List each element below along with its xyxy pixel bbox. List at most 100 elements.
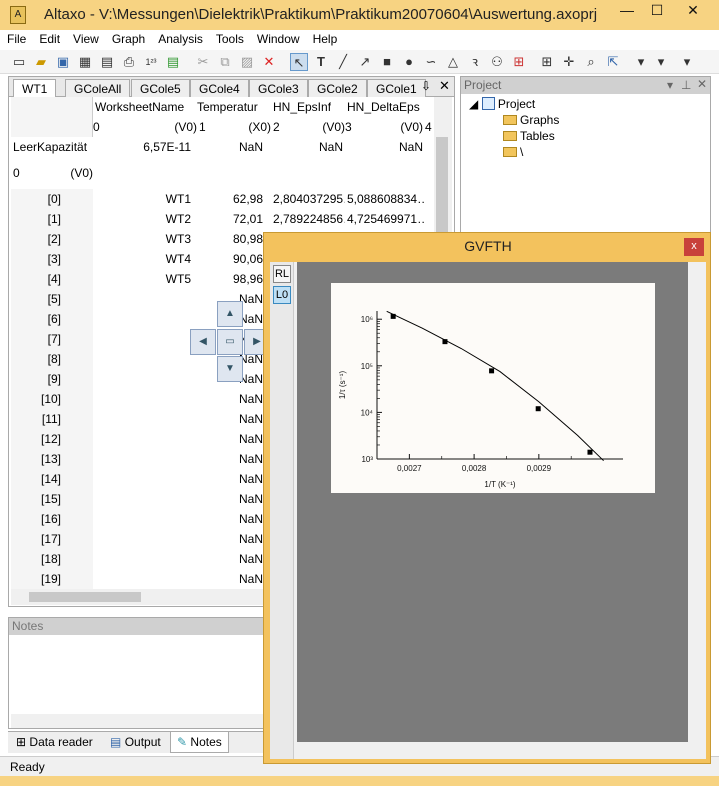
- text-tool-icon[interactable]: T: [312, 53, 330, 71]
- dock-bottom-icon[interactable]: ▼: [217, 356, 243, 382]
- cut-icon[interactable]: ✂: [194, 53, 212, 71]
- table-cell[interactable]: [95, 349, 191, 369]
- row-header[interactable]: [4]: [11, 269, 93, 289]
- tab-data-reader[interactable]: ⊞ Data reader: [10, 732, 99, 753]
- property-cell[interactable]: NaN: [347, 137, 423, 157]
- table-cell[interactable]: [95, 369, 191, 389]
- number-format-icon[interactable]: 1²³: [142, 53, 160, 71]
- row-header[interactable]: [15]: [11, 489, 93, 509]
- zoom-tool-icon[interactable]: ⌕: [582, 53, 600, 71]
- layer-button-rl[interactable]: RL: [273, 265, 291, 283]
- row-header[interactable]: [5]: [11, 289, 93, 309]
- row-header[interactable]: [13]: [11, 449, 93, 469]
- table-cell[interactable]: WT4: [95, 249, 191, 269]
- row-header[interactable]: [11]: [11, 409, 93, 429]
- row-header[interactable]: [3]: [11, 249, 93, 269]
- table-cell[interactable]: NaN: [197, 469, 263, 489]
- tab-gcole4[interactable]: GCole4: [190, 79, 249, 97]
- table-cell[interactable]: 5,088608834…: [347, 189, 425, 209]
- maximize-button[interactable]: ☐: [640, 0, 674, 22]
- graph-window-close-button[interactable]: x: [684, 238, 704, 256]
- tab-gcole3[interactable]: GCole3: [249, 79, 308, 97]
- graph-window[interactable]: GVFTH x RL L0 10³ 10⁴ 10⁵ 10⁶ 0,0027 0,0028 0,…: [263, 232, 711, 764]
- menu-analysis[interactable]: Analysis: [151, 30, 209, 46]
- tab-gcoleall[interactable]: GColeAll: [65, 79, 131, 97]
- table-cell[interactable]: [95, 529, 191, 549]
- table-cell[interactable]: WT3: [95, 229, 191, 249]
- overflow-dropdown-icon[interactable]: ▾: [678, 53, 696, 71]
- table-cell[interactable]: 2,804037295…: [273, 189, 345, 209]
- table-cell[interactable]: [95, 469, 191, 489]
- tab-list-icon[interactable]: ⇩: [421, 79, 431, 93]
- line-tool-icon[interactable]: ╱: [334, 53, 352, 71]
- property-cell[interactable]: 6,57E-11: [95, 137, 191, 157]
- table-cell[interactable]: [95, 309, 191, 329]
- row-header[interactable]: [1]: [11, 209, 93, 229]
- tab-notes[interactable]: ✎ Notes: [170, 732, 229, 753]
- axis-tool-icon[interactable]: ⇱: [604, 53, 622, 71]
- tree-item-graphs[interactable]: Graphs: [503, 113, 559, 127]
- print-icon[interactable]: ⎙: [120, 53, 138, 71]
- more-dropdown2-icon[interactable]: ▾: [652, 53, 670, 71]
- table-cell[interactable]: NaN: [197, 569, 263, 589]
- table-cell[interactable]: [95, 429, 191, 449]
- column-header-name[interactable]: HN_DeltaEps: [347, 97, 420, 117]
- row-header[interactable]: [19]: [11, 569, 93, 589]
- table-cell[interactable]: NaN: [197, 409, 263, 429]
- menu-tools[interactable]: Tools: [209, 30, 250, 46]
- open-folder-icon[interactable]: ▰: [32, 53, 50, 71]
- column-header-name[interactable]: HN_EpsInf: [273, 97, 331, 117]
- minimize-button[interactable]: —: [610, 0, 644, 22]
- tab-gcole1[interactable]: GCole1: [367, 79, 426, 97]
- table-cell[interactable]: 4,725469971…: [347, 209, 425, 229]
- layout-icon[interactable]: ▤: [164, 53, 182, 71]
- menu-graph[interactable]: Graph: [105, 30, 151, 46]
- column-header-name[interactable]: Temperatur: [197, 97, 258, 117]
- zoom-regions-icon[interactable]: ⚇: [488, 53, 506, 71]
- table-cell[interactable]: 98,96: [197, 269, 263, 289]
- table-cell[interactable]: 90,06: [197, 249, 263, 269]
- dock-left-icon[interactable]: ◀: [190, 329, 216, 355]
- crosshair-tool-icon[interactable]: ✛: [560, 53, 578, 71]
- coords-tool-icon[interactable]: ⊞: [510, 53, 528, 71]
- table-cell[interactable]: NaN: [197, 489, 263, 509]
- arrow-tool-icon[interactable]: ↗: [356, 53, 374, 71]
- menu-edit[interactable]: Edit: [32, 30, 66, 46]
- pane-menu-icon[interactable]: ▾: [667, 78, 673, 92]
- menu-view[interactable]: View: [66, 30, 105, 46]
- row-header[interactable]: [10]: [11, 389, 93, 409]
- table-cell[interactable]: NaN: [197, 509, 263, 529]
- row-header[interactable]: [14]: [11, 469, 93, 489]
- table-cell[interactable]: [95, 329, 191, 349]
- paste-icon[interactable]: ▨: [238, 53, 256, 71]
- save-icon[interactable]: ▣: [54, 53, 72, 71]
- row-header[interactable]: [2]: [11, 229, 93, 249]
- close-tab-icon[interactable]: ✕: [439, 78, 450, 94]
- table-cell[interactable]: NaN: [197, 389, 263, 409]
- table-cell[interactable]: [95, 509, 191, 529]
- menu-file[interactable]: File: [0, 30, 32, 46]
- table-cell[interactable]: NaN: [197, 429, 263, 449]
- tree-root[interactable]: ◢ Project: [469, 97, 535, 111]
- tree-item-root-folder[interactable]: \: [503, 145, 523, 159]
- table-cell[interactable]: [95, 569, 191, 589]
- rectangle-tool-icon[interactable]: ■: [378, 53, 396, 71]
- copy-icon[interactable]: ⧉: [216, 53, 234, 71]
- table-cell[interactable]: 72,01: [197, 209, 263, 229]
- table-cell[interactable]: [95, 449, 191, 469]
- curve-tool-icon[interactable]: ∽: [422, 53, 440, 71]
- row-header[interactable]: [7]: [11, 329, 93, 349]
- dock-top-icon[interactable]: ▲: [217, 301, 243, 327]
- graph-canvas[interactable]: 10³ 10⁴ 10⁵ 10⁶ 0,0027 0,0028 0,0029 1/T (K⁻¹) 1…: [297, 262, 688, 742]
- table-cell[interactable]: [95, 289, 191, 309]
- graph-vertical-scrollbar[interactable]: [688, 262, 706, 742]
- row-header[interactable]: [8]: [11, 349, 93, 369]
- table-cell[interactable]: [95, 409, 191, 429]
- table-cell[interactable]: WT2: [95, 209, 191, 229]
- row-header[interactable]: [16]: [11, 509, 93, 529]
- table-cell[interactable]: WT5: [95, 269, 191, 289]
- polygon-tool-icon[interactable]: △: [444, 53, 462, 71]
- property-cell[interactable]: NaN: [197, 137, 263, 157]
- layer-button-l0[interactable]: L0: [273, 286, 291, 304]
- grid-tool-icon[interactable]: ⊞: [538, 53, 556, 71]
